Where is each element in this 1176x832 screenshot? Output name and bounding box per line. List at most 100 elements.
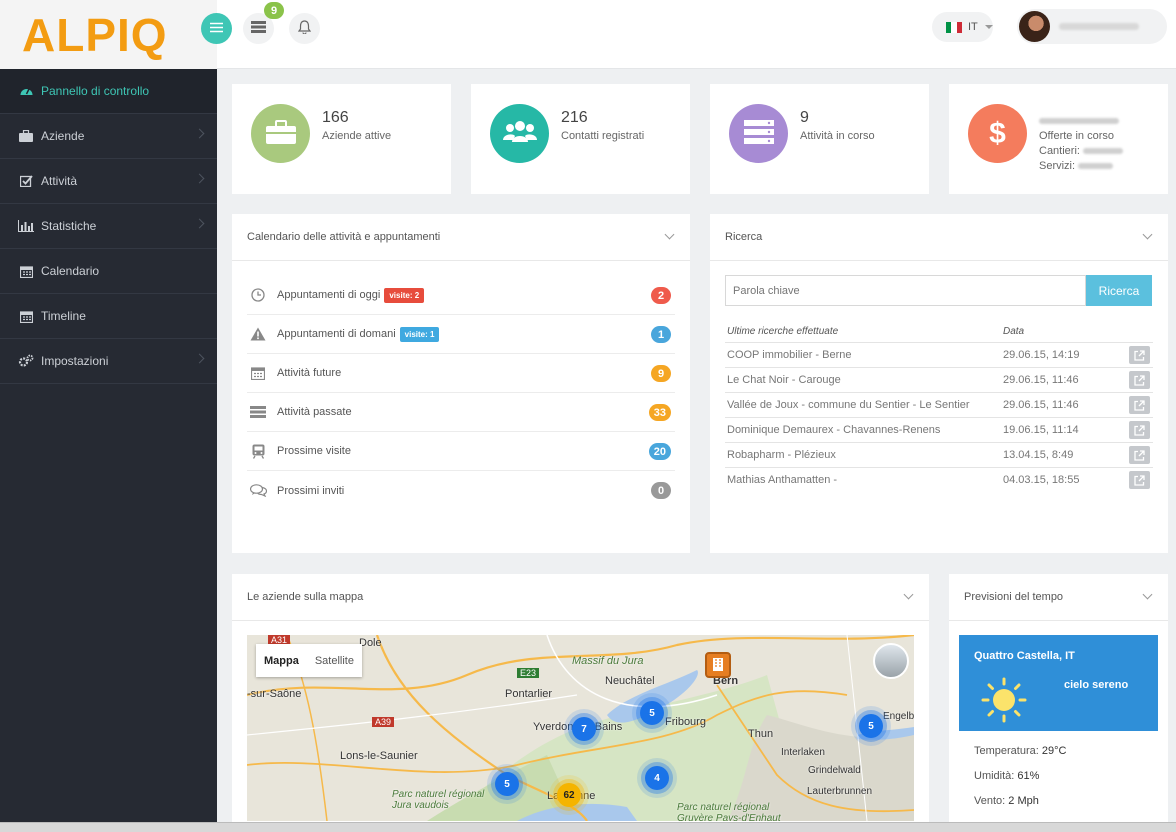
sidebar-nav: Pannello di controllo Aziende Attività S… [0, 69, 217, 384]
bell-icon [297, 20, 312, 37]
calendar-row-passate[interactable]: Attività passate 33 [247, 393, 675, 432]
map-place-label: Grindelwald [808, 765, 861, 776]
calendar-row-future[interactable]: Attività future 9 [247, 354, 675, 393]
chevron-right-icon [194, 353, 205, 364]
weather-temperature: Temperatura: 29°C [974, 745, 1066, 757]
weather-wind-label: Vento: [974, 795, 1006, 807]
chevron-down-icon[interactable] [1142, 229, 1153, 240]
weather-wind: Vento: 2 Mph [974, 795, 1039, 807]
open-search-button[interactable] [1129, 421, 1150, 439]
top-header: 9 IT [201, 0, 1176, 69]
map-place-label: Lauterbrunnen [807, 786, 873, 797]
column-header-date: Data [1003, 326, 1025, 337]
search-button[interactable]: Ricerca [1086, 275, 1152, 306]
stat-circle [729, 104, 788, 163]
map-cluster-marker[interactable]: 4 [645, 766, 669, 790]
search-date: 13.04.15, 8:49 [1003, 449, 1074, 461]
sidebar-item-aziende[interactable]: Aziende [0, 114, 217, 159]
external-link-icon [1134, 474, 1145, 486]
weather-panel: Previsioni del tempo Quattro Castella, I… [949, 574, 1168, 822]
calendar-row-domani[interactable]: Appuntamenti di domani visite: 1 1 [247, 315, 675, 354]
map-place-label: Neuchâtel [605, 675, 655, 687]
sidebar-item-dashboard[interactable]: Pannello di controllo [0, 69, 217, 114]
street-view-thumbnail[interactable] [873, 643, 909, 679]
search-query: COOP immobilier - Berne [727, 349, 852, 361]
stat-label: Offerte in corso [1039, 130, 1114, 142]
sidebar-item-timeline[interactable]: Timeline [0, 294, 217, 339]
open-search-button[interactable] [1129, 396, 1150, 414]
map-place-label: Interlaken [781, 747, 825, 758]
table-row: Mathias Anthamatten - 04.03.15, 18:55 [725, 467, 1153, 492]
external-link-icon [1134, 399, 1145, 411]
calendar-row-visite[interactable]: Prossime visite 20 [247, 432, 675, 471]
map-panel: Le aziende sulla mappa Dole Pontarlier N… [232, 574, 929, 822]
language-selector[interactable]: IT [932, 12, 993, 42]
search-date: 04.03.15, 18:55 [1003, 474, 1080, 486]
bar-chart-icon [17, 220, 35, 232]
sidebar-item-statistiche[interactable]: Statistiche [0, 204, 217, 249]
sidebar-item-calendario[interactable]: Calendario [0, 249, 217, 294]
table-row: Vallée de Joux - commune du Sentier - Le… [725, 392, 1153, 417]
open-search-button[interactable] [1129, 446, 1150, 464]
panel-title: Ricerca [725, 231, 763, 243]
search-query: Robapharm - Plézieux [727, 449, 836, 461]
map-cluster-marker[interactable]: 62 [557, 783, 581, 807]
browser-status-bar [0, 822, 1176, 832]
calendar-row-label: Prossimi inviti [277, 484, 345, 497]
calendar-icon [17, 265, 35, 278]
calendar-icon [17, 310, 35, 323]
recent-searches-header: Ultime ricerche effettuate Data [727, 326, 1152, 337]
map-type-toggle: Mappa Satellite [256, 644, 362, 677]
panel-title: Le aziende sulla mappa [247, 591, 364, 603]
count-badge: 33 [648, 404, 671, 421]
panel-title: Previsioni del tempo [964, 591, 1064, 603]
sidebar-item-label: Pannello di controllo [41, 84, 150, 98]
sidebar-item-attivita[interactable]: Attività [0, 159, 217, 204]
sidebar-item-impostazioni[interactable]: Impostazioni [0, 339, 217, 384]
table-row: Robapharm - Plézieux 13.04.15, 8:49 [725, 442, 1153, 467]
open-search-button[interactable] [1129, 371, 1150, 389]
alpiq-logo[interactable]: ALPIQ [22, 12, 168, 58]
map-cluster-marker[interactable]: 7 [572, 717, 596, 741]
chevron-right-icon [194, 173, 205, 184]
menu-toggle-button[interactable] [201, 13, 232, 44]
sidebar-item-label: Timeline [41, 309, 86, 323]
company-marker[interactable] [705, 652, 731, 678]
notifications-button[interactable] [289, 13, 320, 44]
sun-icon [981, 677, 1027, 726]
server-list-icon [251, 21, 266, 36]
chevron-down-icon[interactable] [1142, 589, 1153, 600]
panel-title: Calendario delle attività e appuntamenti [247, 231, 441, 243]
visits-tag: visite: 1 [399, 326, 440, 342]
calendar-row-label: Appuntamenti di oggi [277, 289, 381, 301]
sidebar-item-label: Calendario [41, 264, 100, 278]
calendar-row-oggi[interactable]: Appuntamenti di oggi visite: 2 2 [247, 276, 675, 315]
weather-condition: cielo sereno [1064, 679, 1129, 691]
external-link-icon [1134, 349, 1145, 361]
calendar-row-label: Attività future [277, 367, 342, 379]
stat-sublabel-text: Cantieri: [1039, 145, 1080, 157]
open-search-button[interactable] [1129, 471, 1150, 489]
tasks-button[interactable]: 9 [243, 2, 284, 44]
calendar-row-inviti[interactable]: Prossimi inviti 0 [247, 471, 675, 510]
map-cluster-marker[interactable]: 5 [859, 714, 883, 738]
map-cluster-marker[interactable]: 5 [640, 701, 664, 725]
panel-header: Previsioni del tempo [949, 574, 1168, 621]
map-cluster-marker[interactable]: 5 [495, 772, 519, 796]
chevron-down-icon[interactable] [664, 229, 675, 240]
keyword-search-input[interactable] [725, 275, 1086, 306]
map-place-label: -sur-Saône [247, 688, 302, 700]
sidebar-item-label: Attività [41, 174, 78, 188]
chevron-down-icon[interactable] [903, 589, 914, 600]
satellite-mode-button[interactable]: Satellite [307, 644, 362, 677]
companies-map[interactable]: Dole Pontarlier Neuchâtel Bern Yverdon-l… [247, 635, 914, 821]
weather-humidity: Umidità: 61% [974, 770, 1039, 782]
user-menu[interactable] [1017, 9, 1167, 44]
stat-card-aziende: 166 Aziende attive [232, 84, 451, 194]
search-query: Vallée de Joux - commune du Sentier - Le… [727, 399, 970, 411]
map-mode-button[interactable]: Mappa [256, 644, 307, 677]
open-search-button[interactable] [1129, 346, 1150, 364]
dollar-icon: $ [989, 116, 1006, 150]
calendar-icon [247, 366, 269, 380]
search-query: Le Chat Noir - Carouge [727, 374, 841, 386]
